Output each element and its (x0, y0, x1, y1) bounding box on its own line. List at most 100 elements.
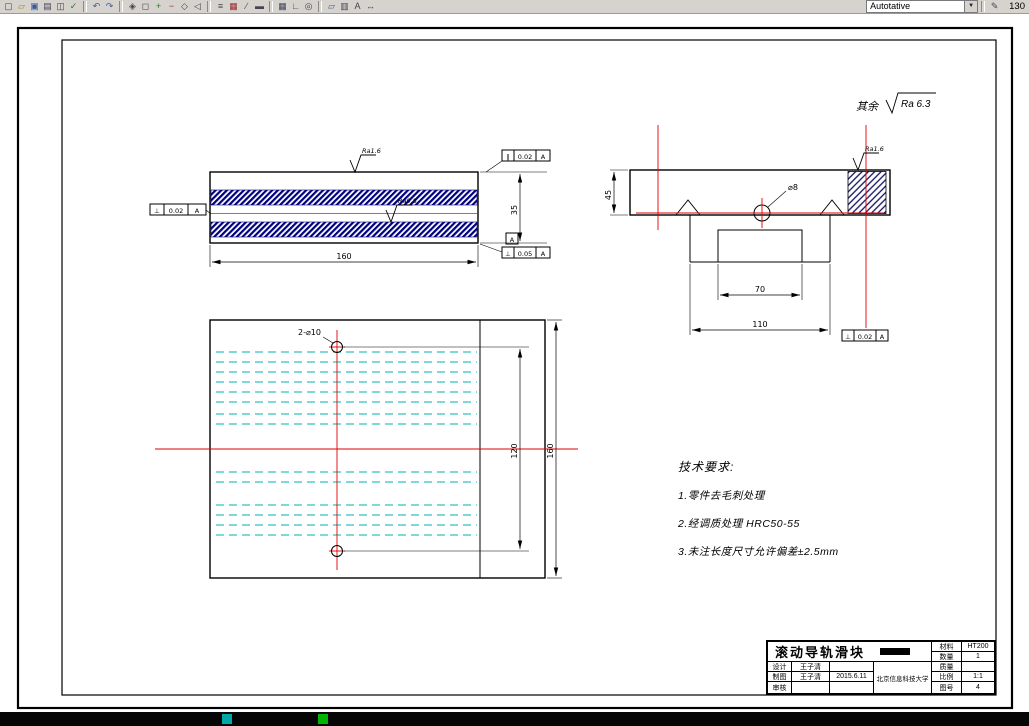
scale-label: 比例 (932, 672, 962, 682)
view-plan[interactable]: 2-⌀10 120 160 (155, 319, 578, 579)
svg-text:35: 35 (510, 205, 519, 215)
section-hatch (847, 171, 887, 214)
table-icon[interactable]: ▥ (338, 0, 351, 13)
linetype-icon[interactable]: ∕ (240, 0, 253, 13)
coordinate-readout: 130 (1009, 1, 1025, 12)
check-label: 审核 (768, 682, 792, 693)
pen-icon[interactable]: ✎ (988, 0, 1001, 13)
new-file-icon[interactable]: ▢ (2, 0, 15, 13)
dim-side-height: 35 (480, 171, 547, 244)
toolbar-separator (207, 1, 211, 12)
dim-section-inner: 70 (717, 264, 803, 300)
grid-icon[interactable]: ▦ (276, 0, 289, 13)
save-icon[interactable]: ▣ (28, 0, 41, 13)
undo-icon[interactable]: ↶ (90, 0, 103, 13)
svg-text:110: 110 (752, 320, 767, 329)
style-dropdown-value: Autotative (870, 1, 911, 11)
taskbar-app-1-icon[interactable] (222, 714, 232, 724)
blocks-icon[interactable]: ▱ (325, 0, 338, 13)
svg-text:Ra0.8: Ra0.8 (398, 197, 417, 205)
svg-text:120: 120 (510, 443, 519, 458)
view-section[interactable]: ⌀8 70 110 45 ⊥ 0.02 A Ra1.6 (604, 125, 891, 342)
zoom-window-icon[interactable]: ◻ (139, 0, 152, 13)
design-date (830, 662, 874, 672)
dim-style-icon[interactable]: ↔ (364, 0, 377, 13)
print-icon[interactable]: ▤ (41, 0, 54, 13)
preview-icon[interactable]: ◫ (54, 0, 67, 13)
svg-text:Ra1.6: Ra1.6 (865, 145, 884, 153)
draft-date: 2015.6.11 (830, 672, 874, 682)
datum-flag: A (505, 232, 519, 245)
dim-side-width: 160 (209, 245, 479, 267)
svg-text:160: 160 (336, 252, 351, 261)
dim-section-height: 45 (604, 169, 628, 216)
zoom-in-icon[interactable]: + (152, 0, 165, 13)
svg-text:70: 70 (755, 285, 765, 294)
hole-note-label: 2-⌀10 (298, 328, 321, 337)
svg-text:0.05: 0.05 (518, 250, 532, 258)
dim-section-outer: 110 (689, 264, 831, 335)
tolerance-frame-bottom-right: ⊥ 0.05 A (479, 243, 551, 259)
check-date (830, 682, 874, 693)
surface-note-value: Ra 6.3 (901, 99, 931, 110)
osnap-icon[interactable]: ◎ (302, 0, 315, 13)
zoom-extents-icon[interactable]: ◇ (178, 0, 191, 13)
text-style-icon[interactable]: A (351, 0, 364, 13)
layers-icon[interactable]: ≡ (214, 0, 227, 13)
quantity-value: 1 (962, 652, 994, 662)
toolbar-separator (83, 1, 87, 12)
svg-text:A: A (541, 250, 546, 258)
redo-icon[interactable]: ↷ (103, 0, 116, 13)
rail-band-bottom (210, 221, 478, 238)
zoom-out-icon[interactable]: − (165, 0, 178, 13)
open-folder-icon[interactable]: ▱ (15, 0, 28, 13)
draft-label: 制图 (768, 672, 792, 682)
design-label: 设计 (768, 662, 792, 672)
design-name: 王子清 (792, 662, 830, 672)
svg-text:0.02: 0.02 (858, 333, 872, 341)
weight-value (962, 662, 994, 672)
roughness-mark-section: Ra1.6 (852, 145, 884, 172)
technical-requirements: 技术要求: 1.零件去毛刺处理 2.经调质处理 HRC50-55 3.未注长度尺… (678, 458, 839, 559)
svg-text:∥: ∥ (506, 153, 509, 161)
chevron-down-icon[interactable]: ▼ (964, 1, 978, 12)
tolerance-frame-left: ⊥ 0.02 A (149, 203, 212, 216)
svg-text:A: A (541, 153, 546, 161)
toolbar: ▢ ▱ ▣ ▤ ◫ ✓ ↶ ↷ ◈ ◻ + − ◇ ◁ ≡ ▦ ∕ ▬ ▦ ∟ … (0, 0, 1029, 14)
svg-text:45: 45 (604, 190, 613, 200)
tolerance-frame-section: ⊥ 0.02 A (841, 329, 889, 342)
svg-text:0.02: 0.02 (169, 207, 183, 215)
spellcheck-icon[interactable]: ✓ (67, 0, 80, 13)
tech-req-title: 技术要求: (678, 460, 735, 474)
svg-text:⊥: ⊥ (505, 250, 511, 258)
weight-label: 质量 (932, 662, 962, 672)
lineweight-icon[interactable]: ▬ (253, 0, 266, 13)
taskbar-app-2-icon[interactable] (318, 714, 328, 724)
material-value: HT200 (962, 642, 994, 652)
svg-text:A: A (880, 333, 885, 341)
tech-req-item: 3.未注长度尺寸允许偏差±2.5mm (678, 546, 839, 558)
svg-text:A: A (195, 207, 200, 215)
ortho-icon[interactable]: ∟ (289, 0, 302, 13)
tolerance-frame-top-right: ∥ 0.02 A (485, 149, 551, 173)
organization: 北京信息科技大学 (874, 662, 932, 693)
drawing-sheet[interactable]: 160 35 ∥ 0.02 A ⊥ 0.05 A A ⊥ 0.02 A Ra1.… (0, 14, 1029, 712)
layer-color-icon[interactable]: ▦ (227, 0, 240, 13)
drawing-canvas[interactable]: 160 35 ∥ 0.02 A ⊥ 0.05 A A ⊥ 0.02 A Ra1.… (0, 14, 1029, 712)
toolbar-separator (269, 1, 273, 12)
surface-finish-note: 其余 Ra 6.3 (856, 92, 936, 115)
zoom-previous-icon[interactable]: ◁ (191, 0, 204, 13)
toolbar-right-cluster: Autotative ▼ ✎ 130 (866, 0, 1029, 13)
standard-mark (880, 648, 910, 655)
svg-text:A: A (510, 236, 515, 244)
svg-text:⊥: ⊥ (154, 207, 160, 215)
roughness-mark-top: Ra1.6 (349, 147, 381, 174)
toolbar-separator (318, 1, 322, 12)
style-dropdown[interactable]: Autotative ▼ (866, 0, 979, 13)
hole-diameter-label: ⌀8 (788, 183, 798, 192)
cad-window: ▢ ▱ ▣ ▤ ◫ ✓ ↶ ↷ ◈ ◻ + − ◇ ◁ ≡ ▦ ∕ ▬ ▦ ∟ … (0, 0, 1029, 726)
toolbar-separator (981, 1, 986, 12)
check-name (792, 682, 830, 693)
view-side[interactable]: 160 35 ∥ 0.02 A ⊥ 0.05 A A ⊥ 0.02 A Ra1.… (149, 147, 551, 267)
pan-icon[interactable]: ◈ (126, 0, 139, 13)
